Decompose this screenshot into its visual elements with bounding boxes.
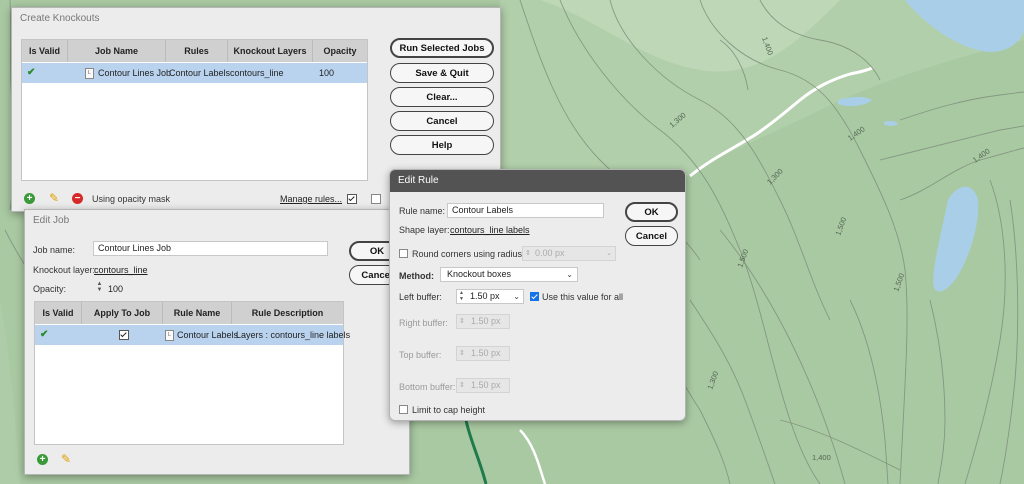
help-button[interactable]: Help — [390, 135, 494, 155]
use-for-all-checkbox[interactable] — [530, 292, 539, 301]
left-buffer-value: 1.50 px — [470, 291, 500, 301]
opacity-cell: 100 — [319, 68, 335, 78]
method-label: Method: — [399, 271, 434, 281]
chevron-down-icon: ⌄ — [513, 292, 520, 301]
chevron-down-icon: ⌄ — [566, 270, 573, 279]
rules-table-header: Is Valid Apply To Job Rule Name Rule Des… — [35, 302, 343, 324]
bottom-buffer-label: Bottom buffer: — [399, 382, 456, 392]
job-name-label: Job name: — [33, 245, 76, 255]
edit-job-title: Edit Job — [33, 215, 70, 226]
right-buffer-label: Right buffer: — [399, 318, 448, 328]
shape-layer-label: Shape layer: — [399, 225, 450, 235]
rules-table: Is Valid Apply To Job Rule Name Rule Des… — [34, 301, 350, 445]
create-knockouts-title: Create Knockouts — [20, 13, 100, 24]
contour-label: 1,400 — [812, 453, 831, 462]
knockout-layers-cell: contours_line — [230, 68, 284, 78]
knockout-layer-link[interactable]: contours_line — [94, 265, 148, 275]
edit-pencil-icon[interactable]: ✎ — [49, 191, 59, 205]
bottom-buffer-stepper-icon: ⇕ — [459, 382, 465, 389]
right-buffer-stepper-icon: ⇕ — [459, 318, 465, 325]
col-apply-to-job[interactable]: Apply To Job — [82, 302, 163, 324]
table-row[interactable]: ✔ L Contour Labels Layers : contours_lin… — [35, 325, 350, 345]
add-icon[interactable]: + — [37, 454, 48, 465]
knockout-layer-label: Knockout layer: — [33, 265, 96, 275]
round-corners-field: ⇕ 0.00 px ⌄ — [522, 246, 616, 261]
opacity-label: Opacity: — [33, 284, 67, 294]
left-buffer-stepper-icon[interactable]: ▲ ▼ — [458, 290, 465, 302]
apply-to-job-checkbox[interactable] — [119, 330, 129, 340]
edit-job-dialog: Edit Job Job name: Contour Lines Job Kno… — [24, 209, 410, 475]
right-buffer-field: ⇕ 1.50 px — [456, 314, 510, 329]
method-value: Knockout boxes — [447, 269, 512, 279]
add-icon[interactable]: + — [24, 193, 35, 204]
opacity-stepper-icon[interactable]: ▲ ▼ — [96, 281, 103, 294]
job-name-field[interactable]: Contour Lines Job — [93, 241, 328, 256]
option-checkbox[interactable] — [347, 194, 357, 204]
jobs-table-header: Is Valid Job Name Rules Knockout Layers … — [22, 40, 367, 62]
remove-icon[interactable]: − — [72, 193, 83, 204]
rule-name-cell: Contour Labels — [177, 330, 239, 340]
right-buffer-value: 1.50 px — [471, 316, 501, 326]
left-buffer-field[interactable]: ▲ ▼ 1.50 px ⌄ — [456, 289, 524, 304]
run-selected-jobs-button[interactable]: Run Selected Jobs — [390, 38, 494, 58]
valid-check-icon: ✔ — [40, 329, 49, 340]
round-corners-stepper-icon: ⇕ — [525, 250, 531, 257]
col-opacity[interactable]: Opacity — [313, 40, 367, 62]
limit-cap-label: Limit to cap height — [412, 405, 486, 415]
col-rules[interactable]: Rules — [166, 40, 228, 62]
use-for-all-label: Use this value for all — [542, 292, 624, 302]
opacity-mask-label: Using opacity mask — [92, 194, 171, 204]
manage-rules-link[interactable]: Manage rules... — [280, 194, 342, 204]
option-checkbox-2[interactable] — [371, 194, 381, 204]
shape-layer-link[interactable]: contours_line labels — [450, 225, 530, 235]
edit-rule-ok-button[interactable]: OK — [625, 202, 678, 222]
rule-name-label: Rule name: — [399, 206, 446, 216]
edit-rule-cancel-button[interactable]: Cancel — [625, 226, 678, 246]
top-buffer-label: Top buffer: — [399, 350, 442, 360]
job-name-cell: Contour Lines Job — [98, 68, 172, 78]
top-buffer-value: 1.50 px — [471, 348, 501, 358]
save-quit-button[interactable]: Save & Quit — [390, 63, 494, 83]
bottom-buffer-field: ⇕ 1.50 px — [456, 378, 510, 393]
bottom-buffer-value: 1.50 px — [471, 380, 501, 390]
edit-rule-dialog: Edit Rule Rule name: Contour Labels Shap… — [389, 169, 686, 421]
edit-rule-title: Edit Rule — [390, 170, 685, 192]
rule-name-field[interactable]: Contour Labels — [447, 203, 604, 218]
opacity-value[interactable]: 100 — [108, 284, 123, 294]
col-is-valid[interactable]: Is Valid — [22, 40, 68, 62]
col-rule-description[interactable]: Rule Description — [232, 302, 343, 324]
table-row[interactable]: ✔ L Contour Lines Job Contour Labels con… — [22, 63, 367, 83]
job-doc-icon: L — [85, 68, 94, 79]
rules-cell: Contour Labels — [169, 68, 231, 78]
edit-pencil-icon[interactable]: ✎ — [61, 452, 71, 466]
limit-cap-checkbox[interactable] — [399, 405, 408, 414]
jobs-table: Is Valid Job Name Rules Knockout Layers … — [21, 39, 368, 181]
rule-description-cell: Layers : contours_line labels — [236, 330, 351, 340]
cancel-button[interactable]: Cancel — [390, 111, 494, 131]
col-knockout-layers[interactable]: Knockout Layers — [228, 40, 313, 62]
clear-button[interactable]: Clear... — [390, 87, 494, 107]
chevron-down-icon: ⌄ — [606, 250, 612, 257]
rule-doc-icon: L — [165, 330, 174, 341]
round-corners-value: 0.00 px — [535, 248, 565, 258]
top-buffer-stepper-icon: ⇕ — [459, 350, 465, 357]
col-is-valid[interactable]: Is Valid — [35, 302, 82, 324]
valid-check-icon: ✔ — [27, 67, 36, 78]
top-buffer-field: ⇕ 1.50 px — [456, 346, 510, 361]
round-corners-label: Round corners using radius: — [412, 249, 525, 259]
col-rule-name[interactable]: Rule Name — [163, 302, 232, 324]
round-corners-checkbox[interactable] — [399, 249, 408, 258]
method-select[interactable]: Knockout boxes ⌄ — [440, 267, 578, 282]
col-job-name[interactable]: Job Name — [68, 40, 166, 62]
left-buffer-label: Left buffer: — [399, 292, 442, 302]
